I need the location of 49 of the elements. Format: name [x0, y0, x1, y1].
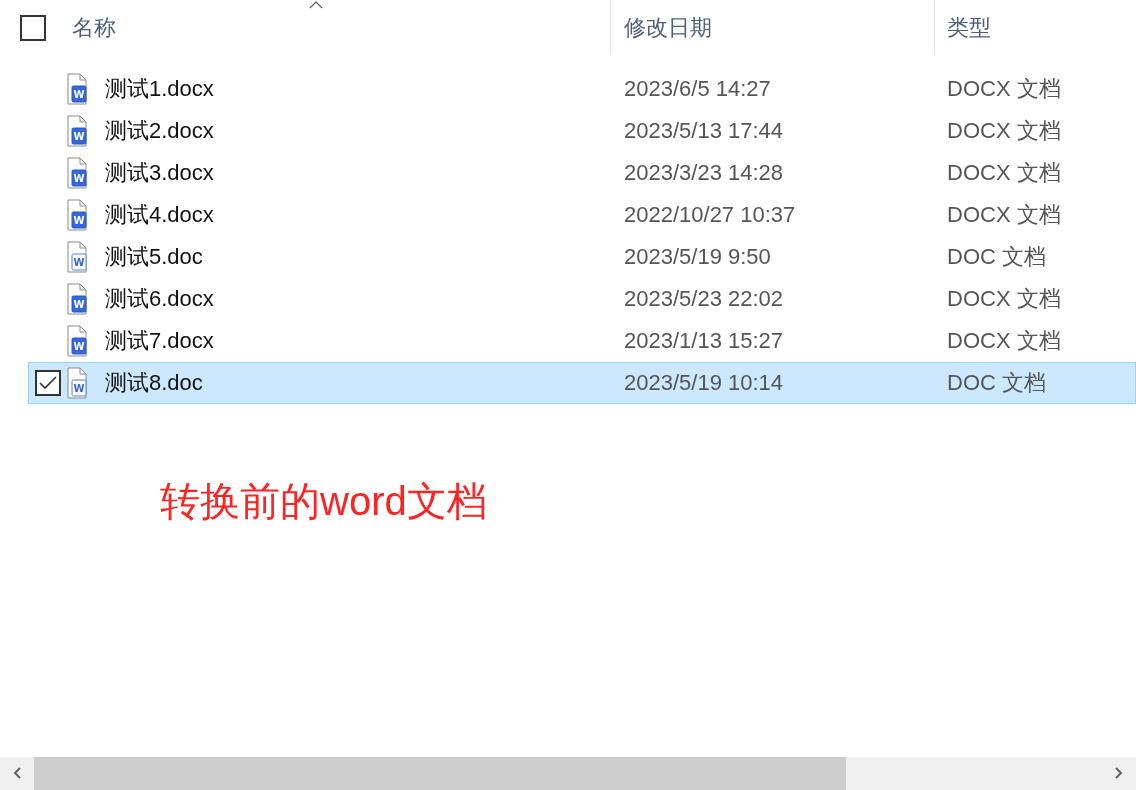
horizontal-scrollbar[interactable]	[0, 757, 1136, 790]
modified-date: 2023/1/13 15:27	[624, 328, 785, 354]
modified-date: 2022/10/27 10:37	[624, 202, 797, 228]
annotation-text: 转换前的word文档	[160, 478, 488, 525]
word-file-icon: W	[67, 73, 87, 105]
file-type: DOCX 文档	[947, 201, 1062, 229]
file-type: DOCX 文档	[947, 117, 1062, 145]
file-row[interactable]: W 测试3.docx 2023/3/23 14:28 DOCX 文档	[28, 152, 1136, 194]
file-type: DOCX 文档	[947, 327, 1062, 355]
checkmark-icon	[39, 376, 57, 390]
word-file-icon: W	[67, 325, 87, 357]
column-header[interactable]: 名称	[72, 12, 116, 43]
modified-date: 2023/3/23 14:28	[624, 160, 785, 186]
word-file-icon: W	[67, 115, 87, 147]
modified-date: 2023/5/19 10:14	[624, 370, 785, 396]
file-name: 测试1.docx	[105, 75, 215, 103]
file-name: 测试3.docx	[105, 159, 215, 187]
scrollbar-thumb[interactable]	[34, 757, 846, 790]
file-name: 测试6.docx	[105, 285, 215, 313]
file-row[interactable]: W 测试2.docx 2023/5/13 17:44 DOCX 文档	[28, 110, 1136, 152]
word-file-icon: W	[67, 367, 87, 399]
select-all-checkbox[interactable]	[20, 14, 46, 41]
column-header[interactable]: 类型	[947, 12, 991, 43]
file-name: 测试2.docx	[105, 117, 215, 145]
file-type: DOCX 文档	[947, 159, 1062, 187]
file-row[interactable]: W 测试7.docx 2023/1/13 15:27 DOCX 文档	[28, 320, 1136, 362]
file-row[interactable]: W 测试5.doc 2023/5/19 9:50 DOC 文档	[28, 236, 1136, 278]
file-name: 测试4.docx	[105, 201, 215, 229]
file-row[interactable]: W 测试4.docx 2022/10/27 10:37 DOCX 文档	[28, 194, 1136, 236]
file-name: 测试5.doc	[105, 243, 204, 271]
modified-date: 2023/5/13 17:44	[624, 118, 785, 144]
file-type: DOC 文档	[947, 243, 1047, 271]
word-file-icon: W	[67, 283, 87, 315]
word-file-icon: W	[67, 199, 87, 231]
file-type: DOCX 文档	[947, 285, 1062, 313]
file-type: DOCX 文档	[947, 75, 1062, 103]
modified-date: 2023/6/5 14:27	[624, 76, 772, 102]
modified-date: 2023/5/19 9:50	[624, 244, 772, 270]
file-name: 测试7.docx	[105, 327, 215, 355]
file-name: 测试8.doc	[105, 369, 204, 397]
file-type: DOC 文档	[947, 369, 1047, 397]
word-file-icon: W	[67, 157, 87, 189]
column-header[interactable]: 修改日期	[624, 12, 712, 43]
file-row[interactable]: W 测试6.docx 2023/5/23 22:02 DOCX 文档	[28, 278, 1136, 320]
row-checkbox[interactable]	[35, 370, 61, 396]
word-file-icon: W	[67, 241, 87, 273]
file-row[interactable]: W 测试1.docx 2023/6/5 14:27 DOCX 文档	[28, 68, 1136, 110]
modified-date: 2023/5/23 22:02	[624, 286, 785, 312]
file-row[interactable]: W 测试8.doc 2023/5/19 10:14 DOC 文档	[28, 362, 1136, 404]
